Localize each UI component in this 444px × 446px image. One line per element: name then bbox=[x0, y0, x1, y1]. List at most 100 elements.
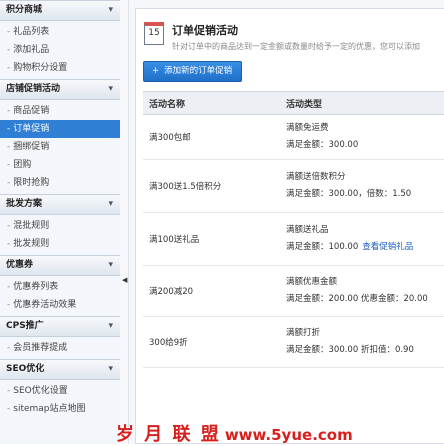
dash-icon: - bbox=[7, 239, 11, 249]
sidebar-section-header[interactable]: 批发方案 ▾ bbox=[0, 194, 120, 215]
dash-icon: - bbox=[7, 45, 11, 55]
sidebar-section-header[interactable]: 优惠券 ▾ bbox=[0, 255, 120, 276]
dash-icon: - bbox=[7, 282, 11, 292]
sidebar-item[interactable]: - 添加礼品 bbox=[0, 41, 120, 59]
sidebar-item[interactable]: - 优惠券活动效果 bbox=[0, 296, 120, 314]
table-row[interactable]: 300给9折 满额打折满足金额：300.00 折扣值：0.90 bbox=[143, 316, 444, 368]
promotion-type: 满额送礼品满足金额：100.00 查看促销礼品 bbox=[280, 212, 444, 266]
calendar-icon: 15 bbox=[144, 22, 164, 45]
sidebar-item-list: - 会员推荐提成 bbox=[0, 337, 120, 359]
sidebar-item-label: 捆绑促销 bbox=[13, 142, 50, 152]
sidebar-item[interactable]: - 混批规则 bbox=[0, 217, 120, 235]
sidebar-item-label: sitemap站点地图 bbox=[13, 404, 86, 414]
page-title: 订单促销活动 bbox=[172, 24, 238, 37]
sidebar-item[interactable]: - 会员推荐提成 bbox=[0, 339, 120, 357]
promotion-name: 300给9折 bbox=[143, 316, 280, 368]
watermark: 岁 月 联 盟 www.5yue.com bbox=[116, 420, 353, 446]
sidebar-item-list: - 礼品列表 - 添加礼品 - 购物积分设置 bbox=[0, 21, 120, 79]
promotion-type: 满额打折满足金额：300.00 折扣值：0.90 bbox=[280, 316, 444, 368]
sidebar-item[interactable]: - 礼品列表 bbox=[0, 23, 120, 41]
promotion-condition: 满足金额：100.00 bbox=[286, 242, 359, 252]
promotion-name: 满100送礼品 bbox=[143, 212, 280, 266]
chevron-down-icon[interactable]: ▾ bbox=[108, 256, 113, 275]
sidebar-section-title: 店铺促销活动 bbox=[6, 84, 61, 94]
sidebar-item[interactable]: - 团购 bbox=[0, 156, 120, 174]
plus-icon: + bbox=[152, 66, 160, 76]
watermark-site: www.5yue.com bbox=[224, 426, 353, 444]
content-panel: 15 订单促销活动 针对订单中的商品达到一定金额或数量时给予一定的优惠，您可以添… bbox=[135, 8, 444, 444]
sidebar-section-title: CPS推广 bbox=[6, 321, 44, 331]
chevron-down-icon[interactable]: ▾ bbox=[108, 317, 113, 336]
table-row[interactable]: 满200减20 满额优惠金额满足金额：200.00 优惠金额：20.00 bbox=[143, 265, 444, 317]
add-order-promotion-button[interactable]: + 添加新的订单促销 bbox=[143, 61, 243, 82]
promotion-type-label: 满额优惠金额 bbox=[286, 277, 338, 287]
sidebar-item[interactable]: - 购物积分设置 bbox=[0, 59, 120, 77]
promotion-type-label: 满额送倍数积分 bbox=[286, 172, 346, 182]
sidebar-item[interactable]: - 优惠券列表 bbox=[0, 278, 120, 296]
sidebar-item-label: 限时抢购 bbox=[13, 178, 50, 188]
column-header-name: 活动名称 bbox=[143, 91, 280, 115]
promotion-type-label: 满额送礼品 bbox=[286, 225, 329, 235]
sidebar-section-title: 优惠券 bbox=[6, 260, 34, 270]
column-header-type: 活动类型 bbox=[280, 91, 444, 115]
dash-icon: - bbox=[7, 386, 11, 396]
dash-icon: - bbox=[7, 178, 11, 188]
promotion-name: 满200减20 bbox=[143, 265, 280, 317]
promotion-name: 满300送1.5倍积分 bbox=[143, 159, 280, 213]
promotion-type: 满额免运费满足金额：300.00 bbox=[280, 114, 444, 160]
sidebar-item[interactable]: - sitemap站点地图 bbox=[0, 400, 120, 418]
sidebar-item-label: 礼品列表 bbox=[13, 27, 50, 37]
sidebar-item-label: 商品促销 bbox=[13, 106, 50, 116]
table-row[interactable]: 满100送礼品 满额送礼品满足金额：100.00 查看促销礼品 bbox=[143, 212, 444, 266]
promotion-condition: 满足金额：300.00，倍数：1.50 bbox=[286, 189, 412, 199]
sidebar-item-list: - SEO优化设置 - sitemap站点地图 bbox=[0, 380, 120, 420]
sidebar-item-label: 会员推荐提成 bbox=[13, 343, 68, 353]
sidebar-section-title: 积分商城 bbox=[6, 5, 43, 15]
sidebar-item[interactable]: - 限时抢购 bbox=[0, 174, 120, 192]
sidebar-item-list: - 优惠券列表 - 优惠券活动效果 bbox=[0, 276, 120, 316]
sidebar-section-header[interactable]: CPS推广 ▾ bbox=[0, 316, 120, 337]
dash-icon: - bbox=[7, 27, 11, 37]
sidebar-section-title: 批发方案 bbox=[6, 199, 43, 209]
chevron-down-icon[interactable]: ▾ bbox=[108, 80, 113, 99]
sidebar-item[interactable]: - 捆绑促销 bbox=[0, 138, 120, 156]
table-row[interactable]: 满300送1.5倍积分 满额送倍数积分满足金额：300.00，倍数：1.50 bbox=[143, 159, 444, 213]
sidebar-item[interactable]: - 订单促销 bbox=[0, 120, 120, 138]
promotion-condition: 满足金额：300.00 bbox=[286, 140, 359, 150]
sidebar-item-label: 团购 bbox=[13, 160, 32, 170]
dash-icon: - bbox=[7, 404, 11, 414]
dash-icon: - bbox=[7, 160, 11, 170]
dash-icon: - bbox=[7, 142, 11, 152]
sidebar-item-label: 混批规则 bbox=[13, 221, 50, 231]
sidebar-item-label: SEO优化设置 bbox=[13, 386, 68, 396]
dash-icon: - bbox=[7, 343, 11, 353]
sidebar-item-label: 优惠券活动效果 bbox=[13, 300, 77, 310]
sidebar-section-title: SEO优化 bbox=[6, 364, 45, 374]
promotion-type-label: 满额打折 bbox=[286, 328, 321, 338]
triangle-left-icon[interactable]: ◀ bbox=[122, 276, 127, 284]
sidebar-item[interactable]: - 批发规则 bbox=[0, 235, 120, 253]
chevron-down-icon[interactable]: ▾ bbox=[108, 195, 113, 214]
sidebar-item-label: 购物积分设置 bbox=[13, 63, 68, 73]
page-description: 针对订单中的商品达到一定金额或数量时给予一定的优惠，您可以添加 bbox=[172, 42, 420, 51]
sidebar-item[interactable]: - SEO优化设置 bbox=[0, 382, 120, 400]
view-gifts-link[interactable]: 查看促销礼品 bbox=[362, 242, 413, 252]
promotion-condition: 满足金额：300.00 折扣值：0.90 bbox=[286, 345, 414, 355]
promotion-type-label: 满额免运费 bbox=[286, 123, 329, 133]
sidebar-item[interactable]: - 商品促销 bbox=[0, 102, 120, 120]
sidebar-item-list: - 混批规则 - 批发规则 bbox=[0, 215, 120, 255]
sidebar-section-header[interactable]: SEO优化 ▾ bbox=[0, 359, 120, 380]
table-header-row: 活动名称 活动类型 bbox=[143, 91, 444, 115]
add-button-label: 添加新的订单促销 bbox=[164, 66, 233, 76]
promotion-condition: 满足金额：200.00 优惠金额：20.00 bbox=[286, 294, 428, 304]
chevron-down-icon[interactable]: ▾ bbox=[108, 1, 113, 20]
chevron-down-icon[interactable]: ▾ bbox=[108, 360, 113, 379]
dash-icon: - bbox=[7, 106, 11, 116]
sidebar-section-header[interactable]: 店铺促销活动 ▾ bbox=[0, 79, 120, 100]
sidebar: 积分商城 ▾ - 礼品列表 - 添加礼品 - 购物积分设置 店铺促销活动 ▾ - 商品促销 - 订单促销 -… bbox=[0, 0, 121, 444]
table-row[interactable]: 满300包邮 满额免运费 满足金额：300.00 bbox=[143, 114, 444, 160]
sidebar-collapse-handle[interactable]: ◀ bbox=[120, 0, 129, 444]
sidebar-section-header[interactable]: 积分商城 ▾ bbox=[0, 0, 120, 21]
main-area: 15 订单促销活动 针对订单中的商品达到一定金额或数量时给予一定的优惠，您可以添… bbox=[129, 0, 444, 444]
promotion-type: 满额送倍数积分满足金额：300.00，倍数：1.50 bbox=[280, 159, 444, 213]
